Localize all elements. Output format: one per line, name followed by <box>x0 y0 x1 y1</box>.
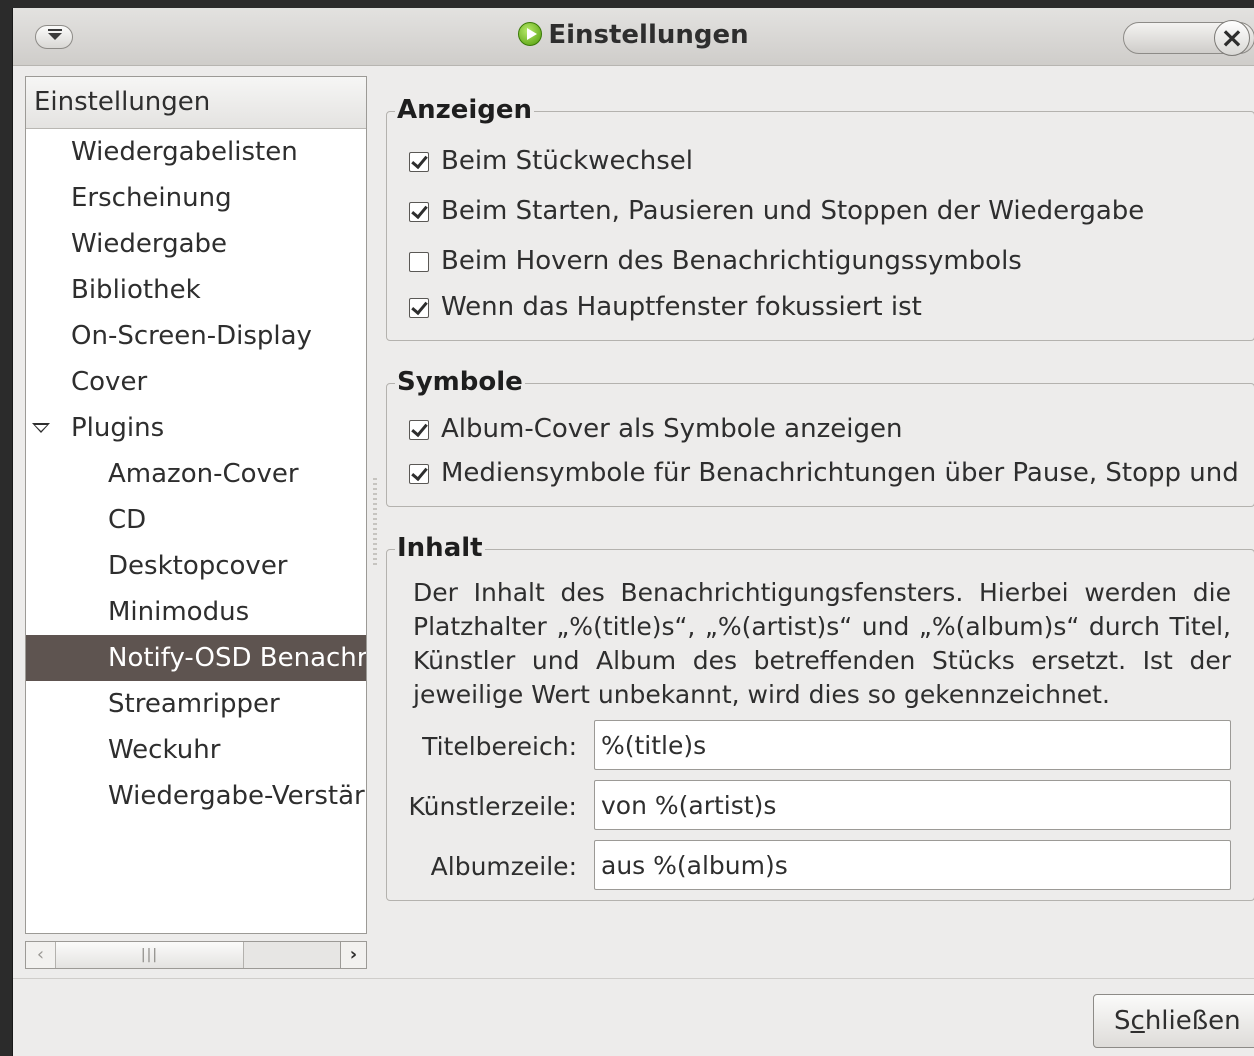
kuenstlerzeile-label: Künstlerzeile: <box>408 792 577 821</box>
tree-column-header[interactable]: Einstellungen <box>26 77 366 129</box>
tree-item-cd[interactable]: CD <box>26 497 366 543</box>
tree-item-minimodus[interactable]: Minimodus <box>26 589 366 635</box>
close-label-rest: hließen <box>1144 1006 1241 1036</box>
checkbox[interactable] <box>409 152 429 172</box>
scrollbar-thumb[interactable]: ||| <box>56 942 244 968</box>
inhalt-title: Inhalt <box>395 532 485 564</box>
expander-icon[interactable] <box>32 423 50 433</box>
tree-item-amazon-cover[interactable]: Amazon-Cover <box>26 451 366 497</box>
title-bar: Einstellungen × <box>13 8 1254 66</box>
grip-icon: ||| <box>140 947 159 963</box>
option-mediensymbole[interactable]: Mediensymbole für Benachrichtungen über … <box>409 453 1239 493</box>
window-title: Einstellungen <box>13 20 1254 50</box>
close-icon: × <box>1220 21 1244 54</box>
titelbereich-label: Titelbereich: <box>422 732 577 761</box>
anzeigen-frame: Anzeigen Beim Stückwechsel Beim Starten,… <box>386 94 1254 341</box>
albumzeile-input[interactable] <box>594 840 1231 890</box>
checkbox[interactable] <box>409 298 429 318</box>
albumzeile-label: Albumzeile: <box>430 852 577 881</box>
inhalt-frame: Inhalt Der Inhalt des Benachrichtigungsf… <box>386 532 1254 901</box>
option-hovern[interactable]: Beim Hovern des Benachrichtigungssymbols <box>409 241 1022 281</box>
preferences-tree: Einstellungen Wiedergabelisten Erscheinu… <box>25 76 367 934</box>
option-hauptfenster[interactable]: Wenn das Hauptfenster fokussiert ist <box>409 287 922 327</box>
option-label: Beim Hovern des Benachrichtigungssymbols <box>441 246 1022 276</box>
window-controls: × <box>1123 20 1254 56</box>
tree-item-bibliothek[interactable]: Bibliothek <box>26 267 366 313</box>
option-starten-pausieren[interactable]: Beim Starten, Pausieren und Stoppen der … <box>409 191 1144 231</box>
tree-item-streamripper[interactable]: Streamripper <box>26 681 366 727</box>
checkbox[interactable] <box>409 420 429 440</box>
option-label: Beim Starten, Pausieren und Stoppen der … <box>441 196 1145 226</box>
close-label-mnemonic: c <box>1130 1006 1145 1036</box>
tree-item-on-screen-display[interactable]: On-Screen-Display <box>26 313 366 359</box>
chevron-right-icon: › <box>349 944 358 965</box>
close-button[interactable]: Schließen <box>1093 994 1254 1048</box>
option-label: Album-Cover als Symbole anzeigen <box>441 414 903 444</box>
pane-resize-handle[interactable] <box>373 478 377 568</box>
tree-item-wiedergabe[interactable]: Wiedergabe <box>26 221 366 267</box>
close-label-prefix: S <box>1114 1006 1131 1036</box>
symbole-title: Symbole <box>395 366 525 398</box>
footer-separator <box>13 978 1254 979</box>
scroll-left-button[interactable]: ‹ <box>26 942 56 968</box>
app-play-icon <box>518 22 543 46</box>
chevron-left-icon: ‹ <box>36 944 45 965</box>
option-label: Mediensymbole für Benachrichtungen über … <box>441 458 1239 488</box>
tree-item-notify-osd[interactable]: Notify-OSD Benachr <box>26 635 366 681</box>
kuenstlerzeile-input[interactable] <box>594 780 1231 830</box>
symbole-frame: Symbole Album-Cover als Symbole anzeigen… <box>386 366 1254 507</box>
inhalt-description: Der Inhalt des Benachrichtigungsfensters… <box>413 578 1231 709</box>
checkbox[interactable] <box>409 464 429 484</box>
tree-item-weckuhr[interactable]: Weckuhr <box>26 727 366 773</box>
option-label: Wenn das Hauptfenster fokussiert ist <box>441 292 922 322</box>
tree-item-erscheinung[interactable]: Erscheinung <box>26 175 366 221</box>
checkbox[interactable] <box>409 202 429 222</box>
tree-horizontal-scrollbar[interactable]: ‹ ||| › <box>25 941 367 969</box>
checkbox[interactable] <box>409 252 429 272</box>
tree-item-plugins[interactable]: Plugins <box>26 405 366 451</box>
tree-item-cover[interactable]: Cover <box>26 359 366 405</box>
tree-item-desktopcover[interactable]: Desktopcover <box>26 543 366 589</box>
tree-item-wiedergabe-verstaerker[interactable]: Wiedergabe-Verstär <box>26 773 366 819</box>
close-window-button[interactable]: × <box>1214 20 1250 56</box>
preferences-window: Einstellungen × Einstellungen Wiedergabe… <box>12 8 1254 1056</box>
option-label: Beim Stückwechsel <box>441 146 693 176</box>
option-album-cover[interactable]: Album-Cover als Symbole anzeigen <box>409 409 902 449</box>
tree-item-label: Plugins <box>71 413 165 443</box>
titelbereich-input[interactable] <box>594 720 1231 770</box>
anzeigen-title: Anzeigen <box>395 94 535 126</box>
window-title-text: Einstellungen <box>548 20 749 50</box>
tree-item-wiedergabelisten[interactable]: Wiedergabelisten <box>26 129 366 175</box>
scroll-right-button[interactable]: › <box>340 942 366 968</box>
option-stueckwechsel[interactable]: Beim Stückwechsel <box>409 141 693 181</box>
